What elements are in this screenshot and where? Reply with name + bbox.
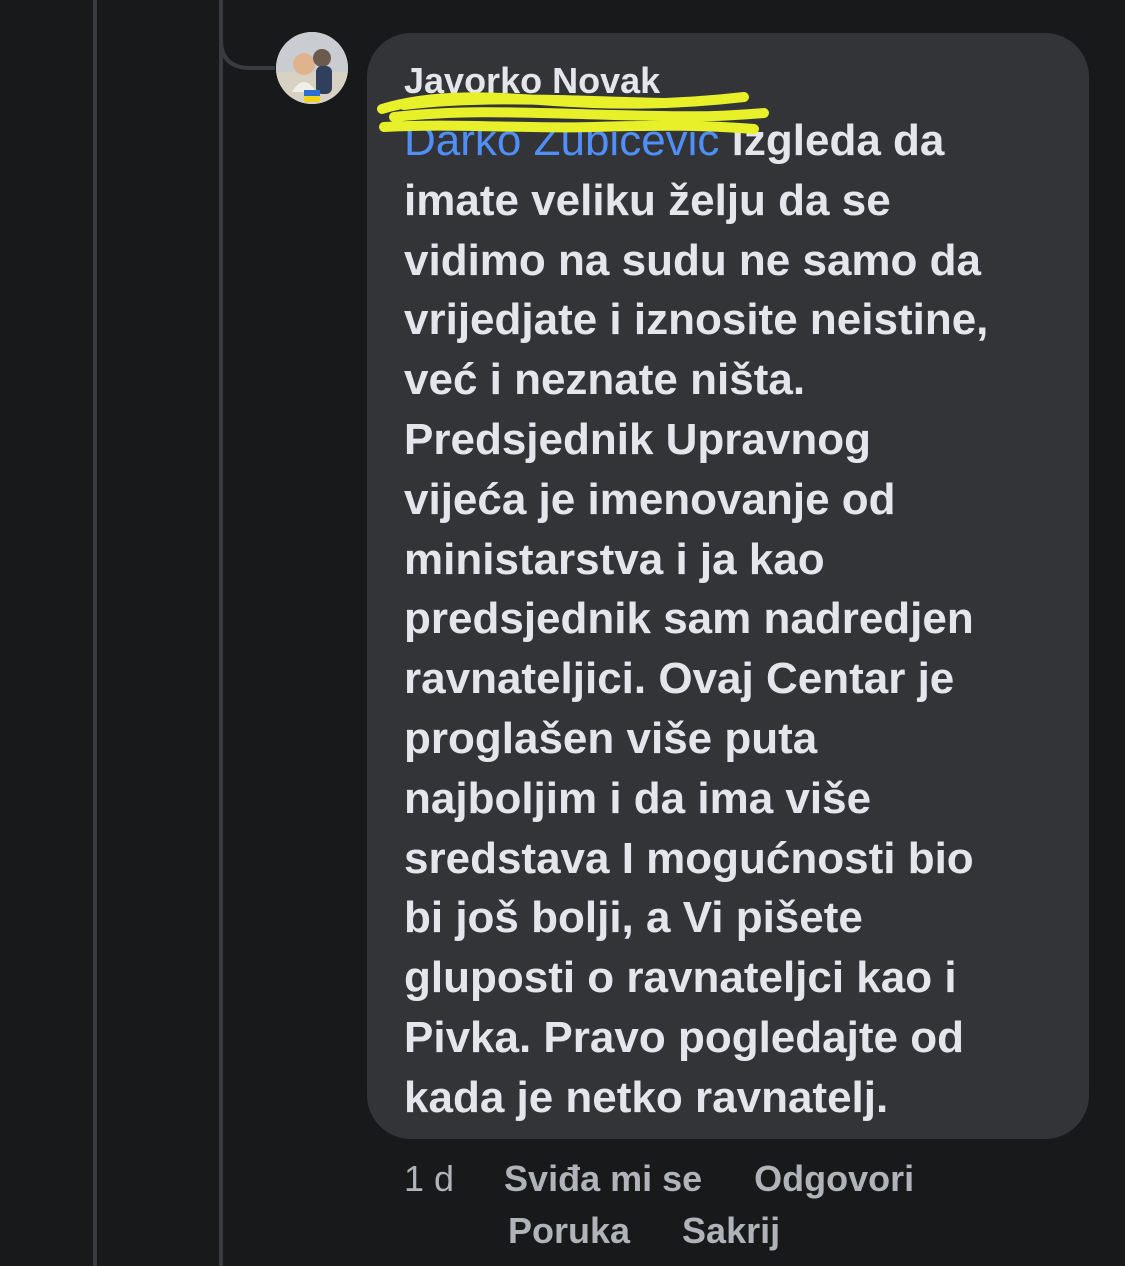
comment-line: vijeća je imenovanje od — [404, 474, 896, 524]
comment-line: vidimo na sudu ne samo da — [404, 235, 982, 285]
reply-connector-line — [219, 0, 223, 1266]
message-button[interactable]: Poruka — [508, 1205, 630, 1257]
comment-thread: Javorko Novak Darko Zubičević izgleda da… — [0, 0, 1125, 1266]
mention-link[interactable]: Darko Zubičević — [404, 116, 719, 165]
comment-line: gluposti o ravnateljci kao i — [404, 953, 957, 1003]
comment-line: izgleda da — [719, 116, 945, 165]
comment-line: ravnateljici. Ovaj Centar je — [404, 654, 955, 704]
comment-line: kada je netko ravnatelj. — [404, 1072, 889, 1122]
comment-timestamp[interactable]: 1 d — [404, 1153, 454, 1205]
comment-line: najboljim i da ima više — [404, 773, 872, 823]
comment-line: Pivka. Pravo pogledajte od — [404, 1012, 964, 1062]
comment-actions-row-2: Poruka Sakrij — [404, 1205, 1104, 1257]
avatar[interactable] — [276, 32, 348, 104]
comment-line: imate veliku želju da se — [404, 175, 891, 225]
reply-connector-curve — [219, 0, 275, 70]
profile-photo-icon — [276, 32, 348, 104]
comment-actions-row: 1 d Sviđa mi se Odgovori — [404, 1153, 1104, 1205]
comment-line: proglašen više puta — [404, 713, 818, 763]
comment-bubble: Javorko Novak Darko Zubičević izgleda da… — [367, 33, 1089, 1139]
comment-actions: 1 d Sviđa mi se Odgovori Poruka Sakrij — [404, 1153, 1104, 1257]
comment-author[interactable]: Javorko Novak — [404, 59, 1059, 103]
comment-text: Darko Zubičević izgleda da imate veliku … — [377, 92, 1059, 1128]
mention-wrapper: Darko Zubičević — [377, 92, 769, 171]
like-button[interactable]: Sviđa mi se — [504, 1153, 702, 1205]
comment-line: bi još bolji, a Vi pišete — [404, 893, 863, 943]
reply-button[interactable]: Odgovori — [754, 1153, 914, 1205]
comment-line: ministarstva i ja kao — [404, 534, 825, 584]
comment-line: predsjednik sam nadredjen — [404, 594, 974, 644]
hide-button[interactable]: Sakrij — [682, 1205, 780, 1257]
comment-line: vrijedjate i iznosite neistine, — [404, 295, 989, 345]
comment-line: već i neznate ništa. — [404, 355, 806, 405]
thread-connector-line — [93, 0, 97, 1266]
comment-line: Predsjednik Upravnog — [404, 414, 872, 464]
comment-line: sredstava I mogućnosti bio — [404, 833, 974, 883]
